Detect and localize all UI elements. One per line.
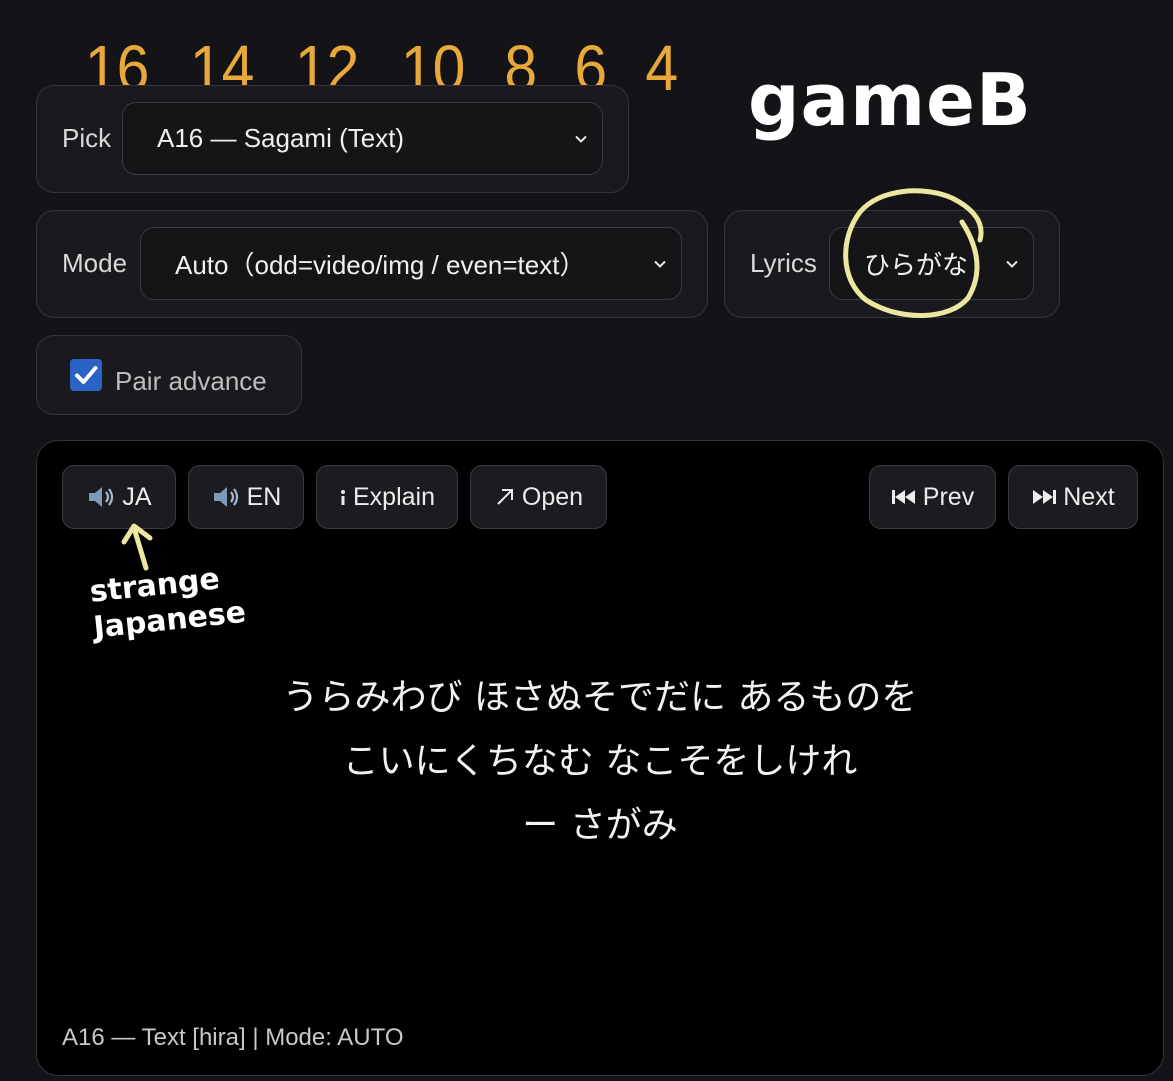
- mode-select-value: Auto（odd=video/img / even=text）: [175, 250, 586, 280]
- mode-label: Mode: [62, 248, 128, 278]
- poem-line: うらみわび ほさぬそでだに あるものを: [282, 677, 918, 718]
- info-icon: [341, 490, 345, 505]
- pick-select-value: A16 — Sagami (Text): [157, 123, 405, 153]
- open-button[interactable]: Open: [470, 465, 607, 529]
- speaker-icon: [89, 487, 114, 507]
- pair-advance-checkbox[interactable]: [70, 359, 102, 391]
- play-ja-button[interactable]: JA: [62, 465, 176, 529]
- chevron-down-icon: [1006, 260, 1018, 268]
- overlay-title: gameB: [748, 58, 1032, 142]
- speaker-icon: [213, 487, 238, 507]
- poem-text: うらみわび ほさぬそでだに あるものを こいにくちなむ なこそをしけれ ー さが…: [36, 666, 1164, 858]
- checkmark-icon: [75, 366, 98, 384]
- explain-label: Explain: [353, 482, 435, 511]
- open-label: Open: [521, 482, 584, 511]
- poem-author: ー さがみ: [522, 805, 678, 846]
- skip-forward-icon: [1033, 490, 1057, 504]
- prev-label: Prev: [922, 482, 975, 511]
- lyrics-select[interactable]: ひらがな: [829, 227, 1034, 300]
- mode-select[interactable]: Auto（odd=video/img / even=text）: [140, 227, 682, 300]
- poem-line: こいにくちなむ なこそをしけれ: [342, 741, 858, 782]
- prev-button[interactable]: Prev: [869, 465, 996, 529]
- play-en-label: EN: [246, 482, 282, 511]
- skip-back-icon: [891, 490, 915, 504]
- chevron-down-icon: [575, 135, 587, 143]
- pick-select[interactable]: A16 — Sagami (Text): [122, 102, 603, 175]
- explain-button[interactable]: Explain: [316, 465, 458, 529]
- lyrics-label: Lyrics: [750, 248, 817, 278]
- next-label: Next: [1063, 482, 1115, 511]
- next-button[interactable]: Next: [1008, 465, 1138, 529]
- chevron-down-icon: [654, 260, 666, 268]
- play-ja-label: JA: [122, 482, 152, 511]
- pick-label: Pick: [62, 123, 112, 153]
- play-en-button[interactable]: EN: [188, 465, 304, 529]
- external-link-icon: [497, 489, 513, 505]
- status-text: A16 — Text [hira] | Mode: AUTO: [62, 1024, 404, 1051]
- lyrics-select-value: ひらがな: [864, 250, 969, 280]
- overlay-number: 4: [645, 32, 678, 104]
- pair-advance-label: Pair advance: [115, 366, 267, 396]
